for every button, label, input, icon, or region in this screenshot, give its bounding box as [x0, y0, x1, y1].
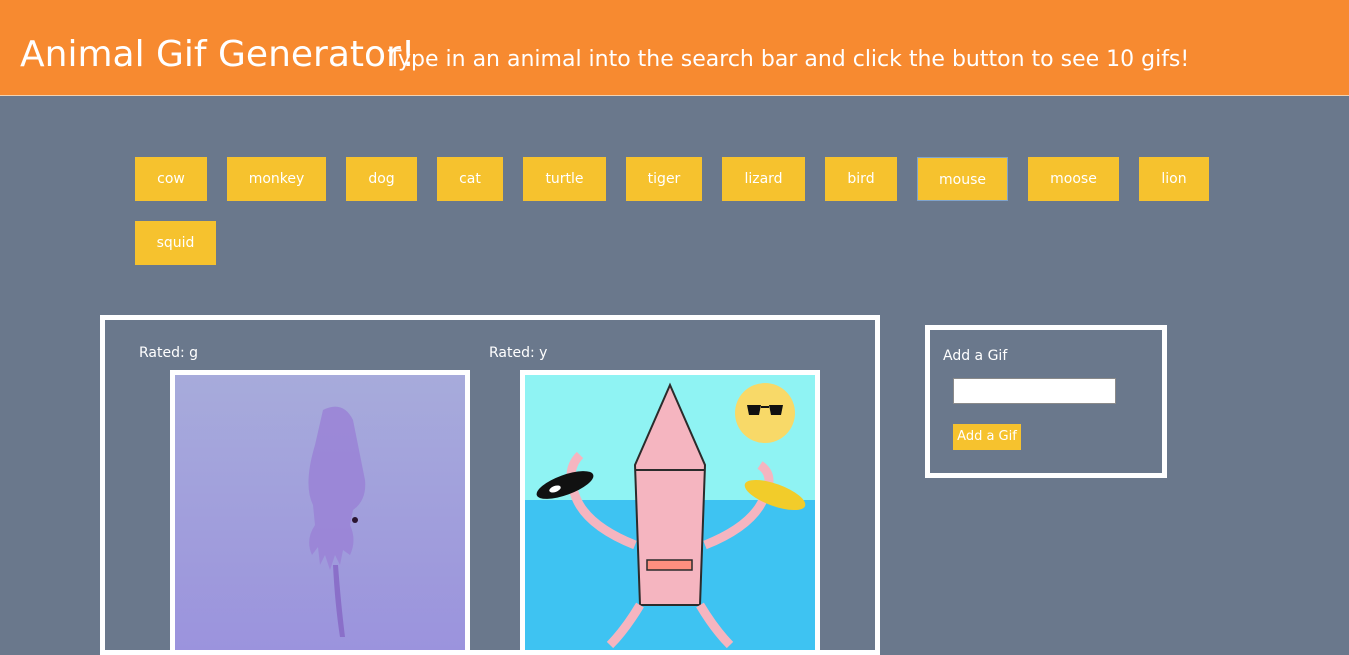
page-title: Animal Gif Generator! — [20, 34, 416, 75]
page-subtitle: Type in an animal into the search bar an… — [388, 47, 1190, 72]
page-header: Animal Gif Generator! Type in an animal … — [0, 0, 1349, 96]
gif-results-panel: Rated: g Rated: y — [100, 315, 880, 655]
add-gif-label: Add a Gif — [943, 348, 1008, 364]
animal-button-bird[interactable]: bird — [825, 157, 897, 201]
animal-button-mouse[interactable]: mouse — [917, 157, 1008, 201]
animal-button-lizard[interactable]: lizard — [722, 157, 805, 201]
gif-rating: Rated: y — [489, 345, 548, 361]
animal-button-turtle[interactable]: turtle — [523, 157, 606, 201]
add-gif-panel: Add a Gif Add a Gif — [925, 325, 1167, 478]
animal-button-lion[interactable]: lion — [1139, 157, 1209, 201]
purple-squid-image — [175, 375, 465, 650]
animal-button-cow[interactable]: cow — [135, 157, 207, 201]
animal-button-squid[interactable]: squid — [135, 221, 216, 265]
gif-item[interactable] — [520, 370, 820, 650]
gif-rating: Rated: g — [139, 345, 199, 361]
add-gif-input[interactable] — [953, 378, 1116, 404]
animal-button-moose[interactable]: moose — [1028, 157, 1119, 201]
animal-button-monkey[interactable]: monkey — [227, 157, 326, 201]
cartoon-squid-image — [525, 375, 815, 650]
animal-button-tiger[interactable]: tiger — [626, 157, 702, 201]
gif-item[interactable] — [170, 370, 470, 650]
add-gif-button[interactable]: Add a Gif — [953, 424, 1021, 450]
animal-button-cat[interactable]: cat — [437, 157, 503, 201]
animal-button-dog[interactable]: dog — [346, 157, 417, 201]
